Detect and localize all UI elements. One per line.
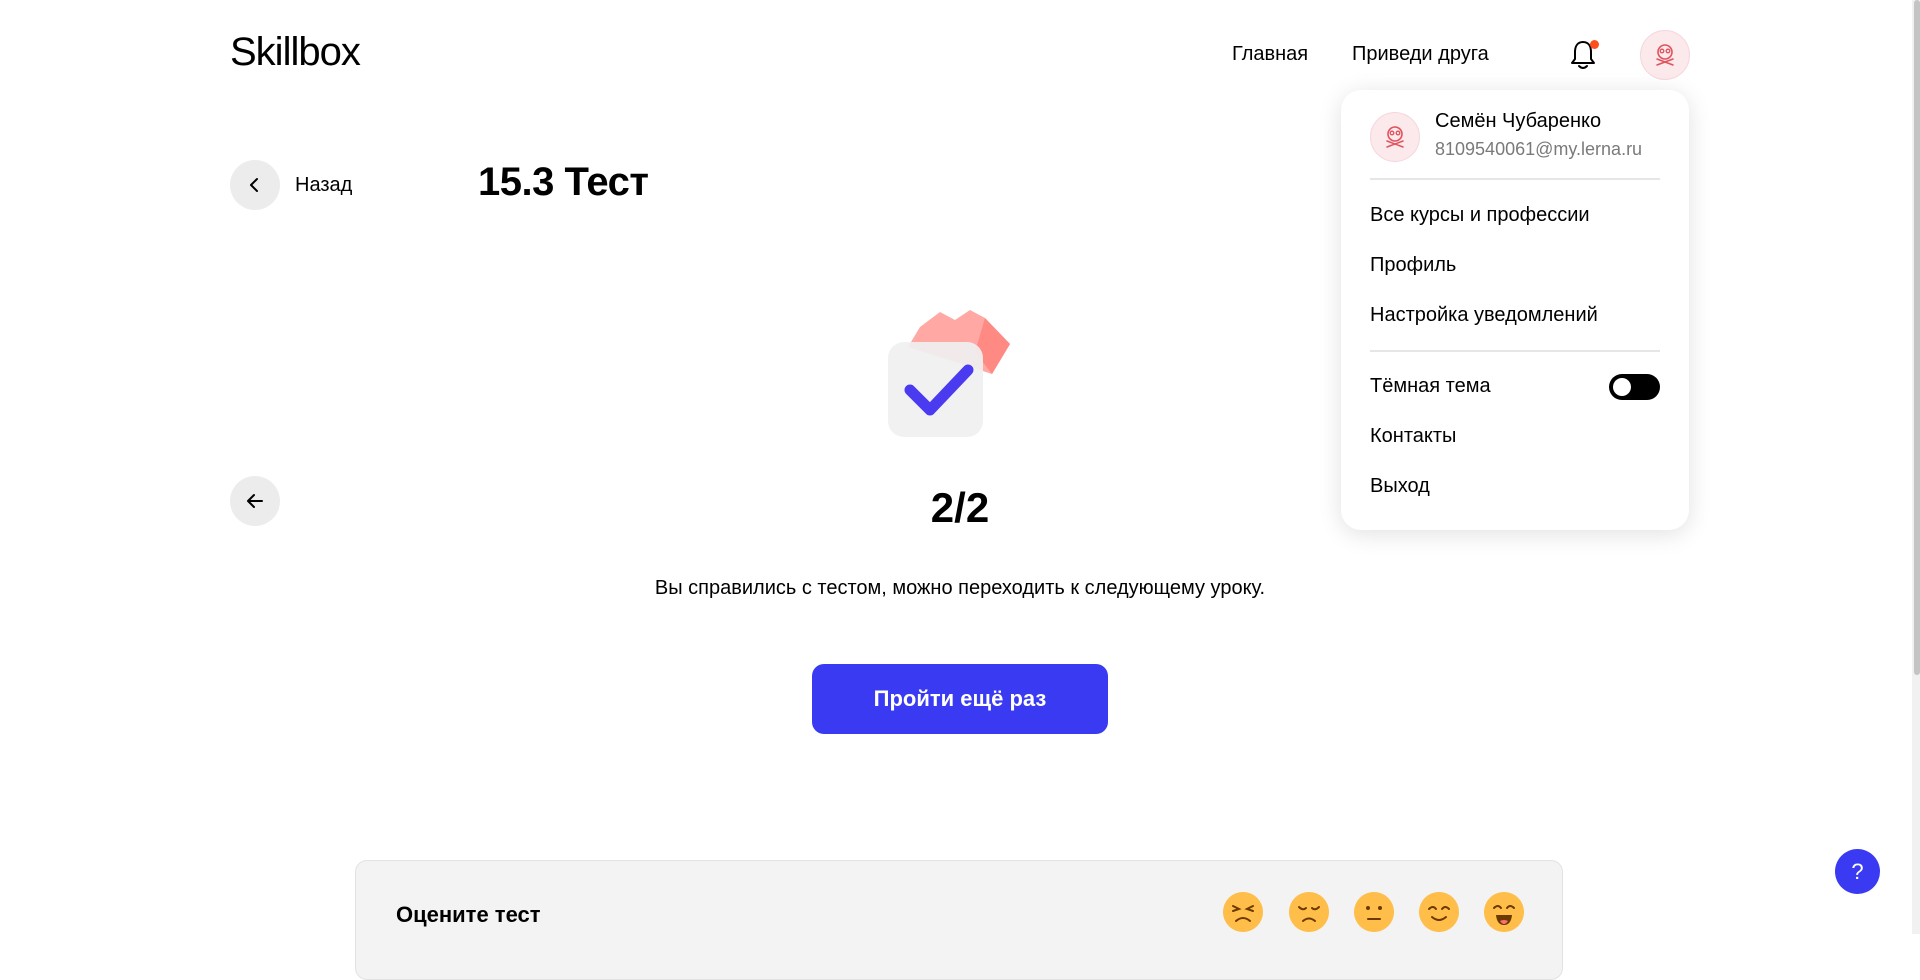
menu-divider: [1370, 178, 1660, 180]
user-name: Семён Чубаренко: [1435, 110, 1602, 132]
rating-title: Оцените тест: [396, 902, 541, 927]
menu-avatar: [1370, 112, 1420, 162]
menu-item-contacts[interactable]: Контакты: [1370, 425, 1456, 448]
menu-item-dark-theme: Тёмная тема: [1370, 375, 1491, 397]
neutral-face-icon[interactable]: [1354, 892, 1394, 932]
page-title: 15.3 Тест: [478, 160, 649, 204]
notification-dot: [1590, 40, 1599, 49]
owl-avatar-icon: [1656, 44, 1674, 66]
toggle-knob: [1613, 378, 1631, 396]
smiling-face-icon[interactable]: [1419, 892, 1459, 932]
skillbox-logo[interactable]: Skillbox: [230, 30, 361, 75]
menu-item-logout[interactable]: Выход: [1370, 475, 1430, 498]
nav-home[interactable]: Главная: [1232, 43, 1308, 66]
menu-divider: [1370, 350, 1660, 352]
angry-face-icon[interactable]: [1223, 892, 1263, 932]
retry-test-button[interactable]: Пройти ещё раз: [812, 664, 1108, 734]
menu-item-notification-settings[interactable]: Настройка уведомлений: [1370, 304, 1598, 327]
menu-item-all-courses[interactable]: Все курсы и профессии: [1370, 204, 1590, 227]
happy-face-icon[interactable]: [1484, 892, 1524, 932]
result-message: Вы справились с тестом, можно переходить…: [654, 577, 1266, 599]
back-button[interactable]: [230, 160, 280, 210]
scrollbar-thumb[interactable]: [1914, 0, 1920, 675]
owl-avatar-icon: [1386, 126, 1404, 148]
user-email: 8109540061@my.lerna.ru: [1435, 139, 1643, 159]
avatar-button[interactable]: [1640, 30, 1690, 80]
back-label[interactable]: Назад: [295, 174, 352, 197]
sad-face-icon[interactable]: [1289, 892, 1329, 932]
menu-item-profile[interactable]: Профиль: [1370, 254, 1456, 277]
chevron-left-icon: [250, 178, 258, 192]
test-complete-illustration: [888, 310, 1010, 437]
nav-invite-friend[interactable]: Приведи друга: [1352, 43, 1489, 66]
help-button[interactable]: ?: [1835, 849, 1880, 894]
